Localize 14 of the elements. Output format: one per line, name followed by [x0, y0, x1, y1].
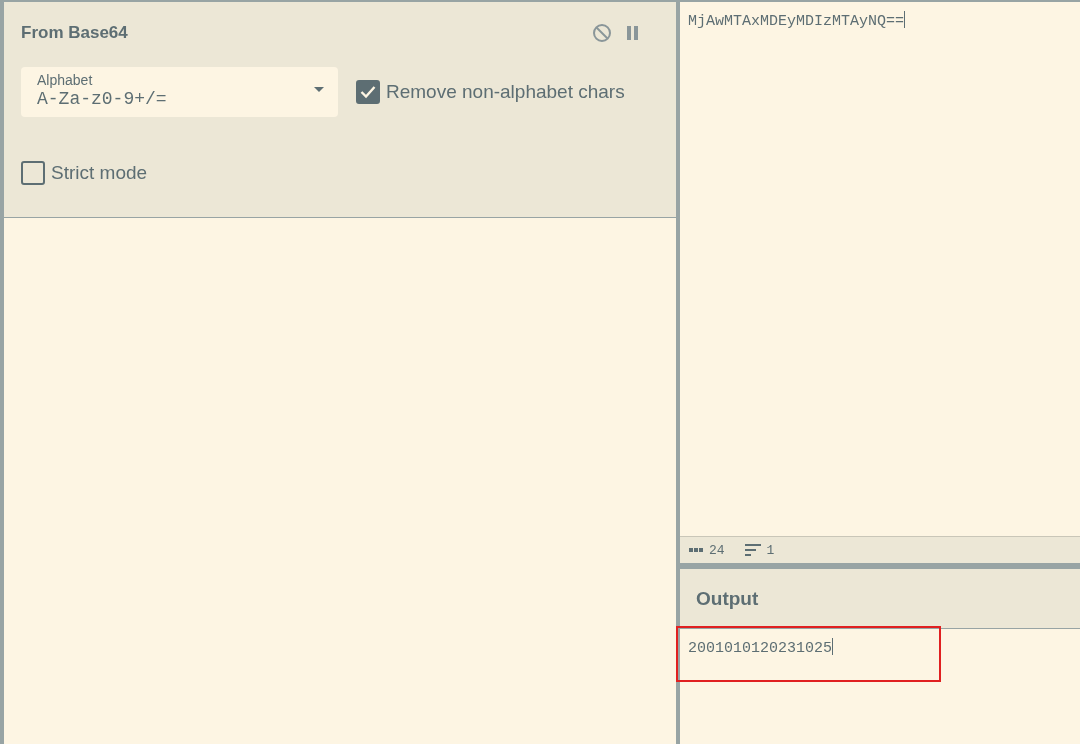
output-field: 2001010120231025: [680, 629, 1080, 744]
checkbox[interactable]: Remove non-alphabet chars: [356, 80, 625, 104]
checkbox[interactable]: Strict mode: [21, 161, 640, 185]
check-icon: [360, 85, 376, 99]
output-title: Output: [696, 587, 759, 610]
pause-icon[interactable]: [626, 25, 640, 41]
character-count: 24: [709, 542, 725, 558]
lines-icon: [744, 544, 761, 556]
disable-icon[interactable]: [592, 23, 612, 43]
operation-title: From Base64: [21, 23, 128, 43]
line-count: 1: [766, 542, 775, 558]
text-length-icon: [689, 547, 703, 553]
alphabet-dropdown[interactable]: Alphabet A-Za-z0-9+/=: [21, 67, 338, 117]
caret-icon: [314, 87, 324, 92]
